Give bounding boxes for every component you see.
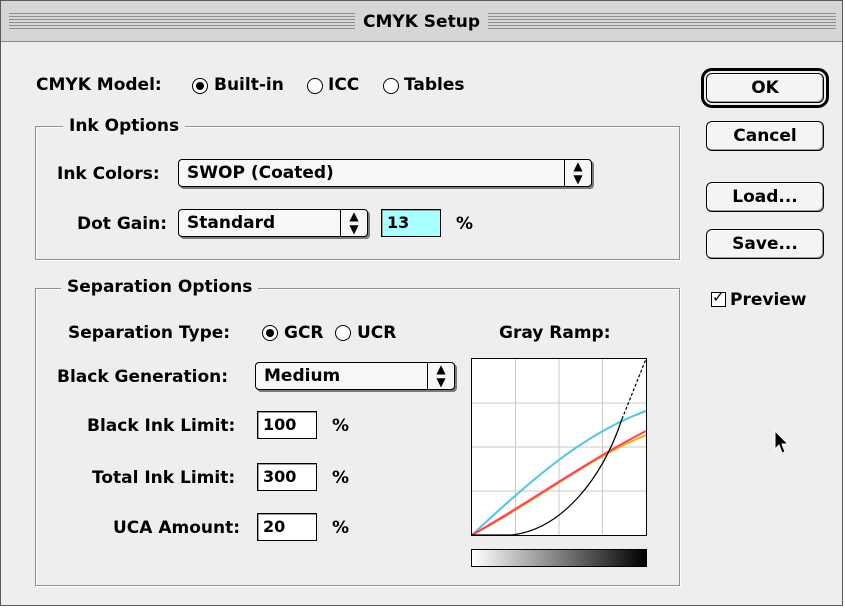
black-curve-dashed <box>621 358 647 420</box>
dot-gain-popup[interactable]: Standard ▲ ▼ <box>178 209 368 237</box>
dot-gain-value: Standard <box>187 213 276 233</box>
dot-gain-label: Dot Gain: <box>77 214 167 234</box>
radio-tables[interactable] <box>383 78 399 94</box>
dot-gain-percent-field[interactable]: 13 <box>381 209 441 237</box>
black-ink-limit-value: 100 <box>263 415 297 434</box>
black-generation-label: Black Generation: <box>57 367 229 387</box>
load-button[interactable]: Load... <box>706 182 824 212</box>
uca-amount-value: 20 <box>263 517 286 536</box>
ok-button[interactable]: OK <box>701 68 829 108</box>
black-ink-limit-label: Black Ink Limit: <box>87 416 236 436</box>
ink-colors-popup[interactable]: SWOP (Coated) ▲ ▼ <box>178 159 592 187</box>
dot-gain-percent-symbol: % <box>456 214 474 234</box>
ink-colors-label: Ink Colors: <box>57 164 160 184</box>
gray-ramp-label: Gray Ramp: <box>499 323 611 343</box>
radio-tables-label[interactable]: Tables <box>404 74 465 96</box>
cancel-button[interactable]: Cancel <box>706 121 824 151</box>
gray-ramp-graph <box>471 358 647 536</box>
preview-checkbox[interactable] <box>711 288 726 307</box>
gray-gradient-bar <box>471 549 647 567</box>
ink-options-title: Ink Options <box>63 115 186 137</box>
dot-gain-percent-value: 13 <box>387 213 410 232</box>
cmyk-model-label: CMYK Model: <box>36 75 162 95</box>
radio-gcr[interactable] <box>262 325 278 341</box>
radio-ucr[interactable] <box>335 325 351 341</box>
separation-options-title: Separation Options <box>61 276 259 298</box>
cmyk-setup-dialog: CMYK Setup CMYK Model: Built-in ICC Tabl… <box>0 0 843 606</box>
save-button[interactable]: Save... <box>706 229 824 259</box>
black-generation-value: Medium <box>264 366 341 386</box>
radio-icc[interactable] <box>307 78 323 94</box>
popup-arrows-icon: ▲ ▼ <box>427 363 454 389</box>
gray-ramp-svg <box>471 358 647 536</box>
uca-amount-field[interactable]: 20 <box>257 513 317 541</box>
total-ink-limit-value: 300 <box>263 467 297 486</box>
radio-built-in[interactable] <box>192 78 208 94</box>
total-ink-limit-field[interactable]: 300 <box>257 463 317 491</box>
ink-colors-value: SWOP (Coated) <box>187 163 334 183</box>
window-title: CMYK Setup <box>355 11 488 33</box>
radio-built-in-label[interactable]: Built-in <box>214 74 284 96</box>
title-bar[interactable]: CMYK Setup <box>1 1 842 42</box>
ink-options-group <box>35 126 680 260</box>
total-ink-limit-percent: % <box>332 468 350 488</box>
radio-icc-label[interactable]: ICC <box>328 74 359 96</box>
uca-amount-percent: % <box>332 518 350 538</box>
radio-ucr-label[interactable]: UCR <box>357 322 396 344</box>
radio-gcr-label[interactable]: GCR <box>284 322 324 344</box>
popup-arrows-icon: ▲ ▼ <box>340 210 367 236</box>
black-curve <box>472 418 623 536</box>
black-ink-limit-field[interactable]: 100 <box>257 411 317 439</box>
preview-label[interactable]: Preview <box>730 289 807 311</box>
black-ink-limit-percent: % <box>332 416 350 436</box>
popup-arrows-icon: ▲ ▼ <box>564 160 591 186</box>
arrow-cursor-icon <box>774 430 790 454</box>
black-generation-popup[interactable]: Medium ▲ ▼ <box>255 362 455 390</box>
uca-amount-label: UCA Amount: <box>113 518 241 538</box>
total-ink-limit-label: Total Ink Limit: <box>92 468 236 488</box>
separation-type-label: Separation Type: <box>68 323 231 343</box>
